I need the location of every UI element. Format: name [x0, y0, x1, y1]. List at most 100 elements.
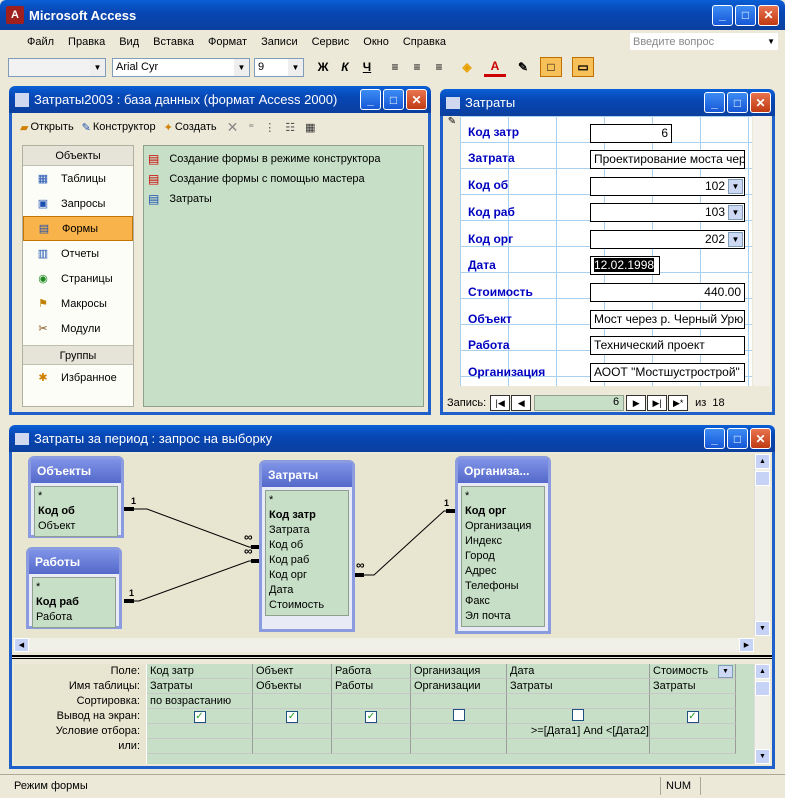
minimize-button[interactable]: _ [712, 4, 733, 26]
menu-file[interactable]: Файл [20, 36, 61, 48]
db-minimize-button[interactable]: _ [360, 89, 381, 110]
font-color-icon[interactable]: A [484, 57, 506, 77]
show-checkbox[interactable]: ✓ [286, 711, 298, 723]
grid-cell[interactable] [332, 724, 411, 739]
italic-button[interactable]: К [334, 57, 356, 77]
list-item[interactable]: ▤ Затраты [144, 189, 423, 209]
grid-cell[interactable] [507, 694, 650, 709]
grid-cell[interactable]: ✓ [253, 709, 332, 724]
grid-cell[interactable]: Организации [411, 679, 507, 694]
table-objekty[interactable]: Объекты * Код об Объект [28, 456, 124, 538]
field-stoimost[interactable]: 440.00 [590, 283, 745, 302]
grid-vscroll[interactable]: ▲ ▼ [754, 664, 770, 764]
field-kod-org[interactable]: 202 ▼ [590, 230, 745, 249]
align-center-icon[interactable]: ≡ [406, 57, 428, 77]
last-record-button[interactable]: ▶| [647, 395, 668, 411]
design-button[interactable]: Конструктор [93, 121, 156, 133]
menu-view[interactable]: Вид [112, 36, 146, 48]
create-button[interactable]: Создать [175, 121, 217, 133]
grid-cell[interactable]: ✓ [650, 709, 736, 724]
small-icons-icon[interactable]: ⋮ [264, 121, 275, 134]
grid-cell[interactable] [650, 724, 736, 739]
table-organizacii[interactable]: Организа... * Код орг Организация Индекс Гор… [455, 456, 551, 634]
align-left-icon[interactable]: ≡ [384, 57, 406, 77]
nav-macros[interactable]: ⚑ Макросы [23, 291, 133, 316]
grid-cell[interactable] [411, 709, 507, 724]
font-size-combo[interactable]: 9 ▼ [254, 57, 304, 77]
form-close-button[interactable]: ✕ [750, 92, 771, 113]
record-number-input[interactable]: 6 [534, 395, 625, 411]
open-icon[interactable]: ▰ [20, 121, 28, 134]
grid-cell[interactable] [411, 739, 507, 754]
next-record-button[interactable]: ▶ [626, 395, 647, 411]
query-close-button[interactable]: ✕ [750, 428, 771, 449]
form-minimize-button[interactable]: _ [704, 92, 725, 113]
field-obekt[interactable]: Мост через р. Черный Урю [590, 310, 745, 329]
grid-cell[interactable] [253, 739, 332, 754]
design-hscroll[interactable]: ◀ ▶ [14, 638, 754, 652]
nav-modules[interactable]: ✂ Модули [23, 316, 133, 341]
border-icon[interactable]: □ [540, 57, 562, 77]
grid-cell[interactable] [332, 694, 411, 709]
details-icon[interactable]: ▦ [305, 121, 315, 134]
menu-tools[interactable]: Сервис [305, 36, 357, 48]
grid-cell[interactable]: ✓ [332, 709, 411, 724]
grid-cell[interactable] [332, 739, 411, 754]
open-button[interactable]: Открыть [30, 121, 73, 133]
field-kod-zatr[interactable]: 6 [590, 124, 672, 143]
nav-tables[interactable]: ▦ Таблицы [23, 166, 133, 191]
grid-cell[interactable] [411, 724, 507, 739]
create-icon[interactable]: ✦ [164, 121, 173, 134]
show-checkbox[interactable]: ✓ [686, 711, 699, 723]
menu-insert[interactable]: Вставка [146, 36, 201, 48]
show-checkbox[interactable] [452, 709, 465, 721]
special-effect-icon[interactable]: ▭ [572, 57, 594, 77]
nav-queries[interactable]: ▣ Запросы [23, 191, 133, 216]
field-zatrata[interactable]: Проектирование моста чер [590, 150, 745, 169]
pane-splitter[interactable] [12, 655, 772, 659]
grid-cell[interactable]: Работа [332, 664, 411, 679]
dropdown-arrow-icon[interactable]: ▼ [728, 205, 743, 220]
menu-records[interactable]: Записи [254, 36, 305, 48]
field-rabota[interactable]: Технический проект [590, 336, 745, 355]
maximize-button[interactable]: □ [735, 4, 756, 26]
menu-help[interactable]: Справка [396, 36, 453, 48]
underline-button[interactable]: Ч [356, 57, 378, 77]
nav-pages[interactable]: ◉ Страницы [23, 266, 133, 291]
grid-cell[interactable] [507, 739, 650, 754]
bold-button[interactable]: Ж [312, 57, 334, 77]
list-icon[interactable]: ☷ [285, 121, 295, 134]
grid-cell[interactable]: Организация [411, 664, 507, 679]
grid-cell[interactable] [147, 724, 253, 739]
first-record-button[interactable]: |◀ [490, 395, 511, 411]
query-minimize-button[interactable]: _ [704, 428, 725, 449]
table-zatraty[interactable]: Затраты * Код затр Затрата Код об Код раб Код… [259, 460, 355, 632]
grid-cell[interactable] [507, 709, 650, 724]
new-record-button[interactable]: ▶* [668, 395, 689, 411]
design-vscroll[interactable]: ▲ ▼ [754, 454, 770, 636]
field-dropdown-icon[interactable]: ▼ [718, 665, 733, 678]
object-combo[interactable]: ▼ [8, 57, 106, 77]
grid-cell[interactable]: Дата [507, 664, 650, 679]
grid-cell[interactable] [411, 694, 507, 709]
nav-forms[interactable]: ▤ Формы [23, 216, 133, 241]
close-button[interactable]: ✕ [758, 4, 779, 26]
db-close-button[interactable]: ✕ [406, 89, 427, 110]
grid-cell[interactable]: Затраты [147, 679, 253, 694]
font-combo[interactable]: Arial Cyr ▼ [112, 57, 250, 77]
align-right-icon[interactable]: ≡ [428, 57, 450, 77]
query-maximize-button[interactable]: □ [727, 428, 748, 449]
delete-icon[interactable]: ✕ [227, 119, 239, 136]
nav-favorites[interactable]: ✱ Избранное [23, 365, 133, 390]
db-maximize-button[interactable]: □ [383, 89, 404, 110]
grid-cell[interactable] [650, 694, 736, 709]
fill-color-icon[interactable]: ◈ [456, 57, 478, 77]
field-organizaciya[interactable]: АООТ "Мостшустрострой" [590, 363, 745, 382]
grid-cell[interactable]: Объект [253, 664, 332, 679]
list-item[interactable]: ▤ Создание формы в режиме конструктора [144, 149, 423, 169]
show-checkbox[interactable] [572, 709, 584, 721]
grid-cell[interactable]: Затраты [507, 679, 650, 694]
grid-cell[interactable]: >=[Дата1] And <[Дата2] [507, 724, 650, 739]
dropdown-arrow-icon[interactable]: ▼ [728, 232, 743, 247]
grid-cell[interactable]: Код затр [147, 664, 253, 679]
